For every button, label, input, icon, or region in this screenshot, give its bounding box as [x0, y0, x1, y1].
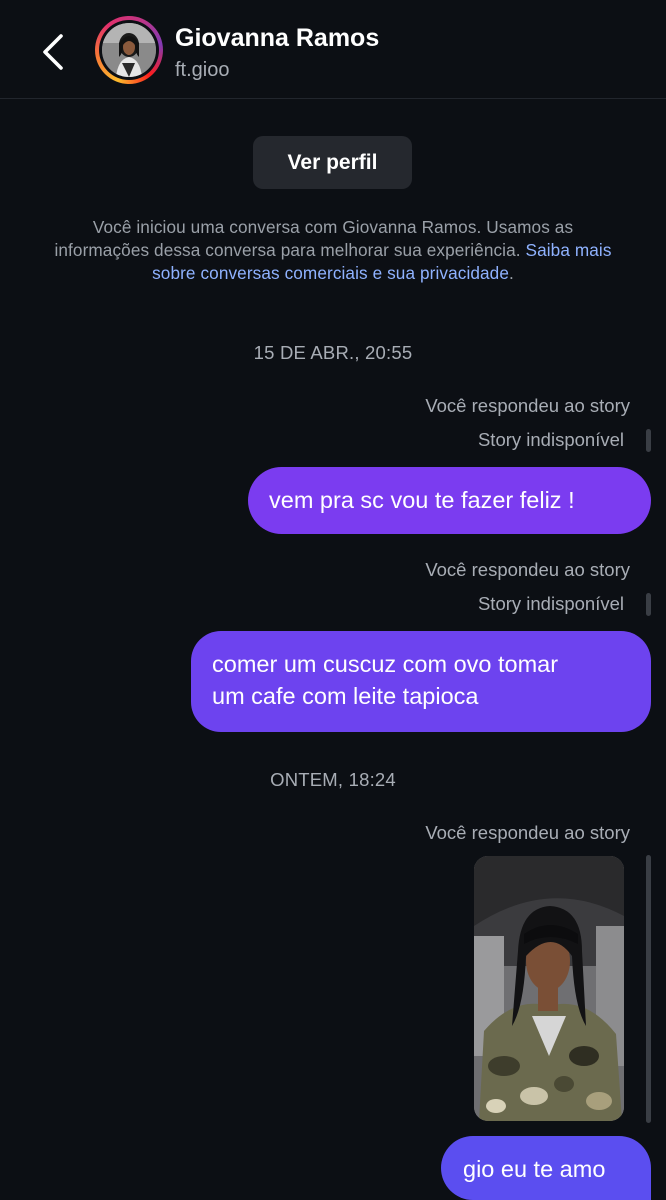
timestamp: ONTEM, 18:24 — [270, 769, 396, 790]
message-bubble[interactable]: vem pra sc vou te fazer feliz ! — [248, 467, 651, 534]
chevron-left-icon — [43, 34, 63, 70]
timestamp: 15 DE ABR., 20:55 — [253, 342, 413, 363]
story-reply-label: Você respondeu ao story — [425, 822, 630, 843]
chat-header: Giovanna Ramos ft.gioo — [0, 0, 666, 99]
contact-username[interactable]: ft.gioo — [175, 59, 229, 82]
learn-more-link[interactable]: Saiba mais — [526, 240, 612, 260]
notice-line-1: Você iniciou uma conversa com Giovanna R… — [92, 217, 574, 237]
privacy-link[interactable]: sobre conversas comerciais e sua privaci… — [152, 263, 509, 283]
story-thumbnail[interactable] — [474, 856, 624, 1121]
story-photo — [474, 856, 624, 1121]
story-unavailable-label: Story indisponível — [477, 593, 624, 614]
story-unavailable-label: Story indisponível — [477, 429, 624, 450]
story-reply-bar — [646, 593, 651, 616]
story-reply-label: Você respondeu ao story — [425, 395, 630, 416]
story-reply-bar — [646, 429, 651, 452]
avatar[interactable] — [95, 16, 163, 84]
privacy-notice: Você iniciou uma conversa com Giovanna R… — [0, 216, 666, 285]
story-reply-bar — [646, 855, 651, 1123]
avatar-photo — [102, 23, 156, 77]
notice-period: . — [509, 263, 514, 283]
message-text-line: comer um cuscuz com ovo tomar — [212, 651, 559, 677]
story-reply-label: Você respondeu ao story — [425, 559, 630, 580]
message-text-line: um cafe com leite tapioca — [212, 683, 479, 709]
view-profile-button[interactable]: Ver perfil — [253, 136, 412, 189]
message-bubble[interactable]: comer um cuscuz com ovo tomar um cafe co… — [191, 631, 651, 732]
contact-name[interactable]: Giovanna Ramos — [175, 24, 379, 53]
notice-line-2: informações dessa conversa para melhorar… — [54, 240, 526, 260]
back-button[interactable] — [36, 30, 72, 74]
message-bubble[interactable]: gio eu te amo — [441, 1136, 651, 1200]
